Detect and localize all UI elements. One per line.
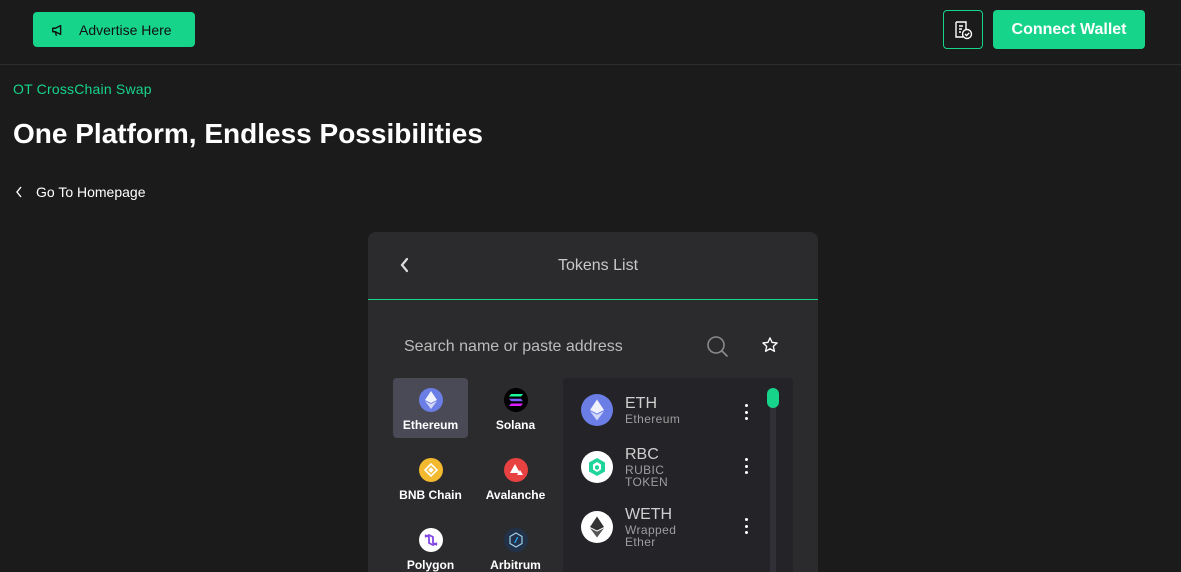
chain-arbitrum[interactable]: Arbitrum <box>478 518 553 572</box>
weth-token-icon <box>581 511 613 543</box>
search-icon[interactable] <box>706 335 730 359</box>
connect-wallet-label: Connect Wallet <box>1011 20 1127 38</box>
connect-wallet-button[interactable]: Connect Wallet <box>993 10 1145 49</box>
chain-bnb[interactable]: BNB Chain <box>393 448 468 508</box>
chain-avalanche[interactable]: Avalanche <box>478 448 553 508</box>
chevron-left-icon <box>16 186 22 198</box>
more-options-icon[interactable] <box>741 404 751 420</box>
arbitrum-icon <box>503 528 528 552</box>
page-title: One Platform, Endless Possibilities <box>13 118 483 149</box>
rbc-token-icon <box>581 451 613 483</box>
chain-label: Solana <box>495 418 536 432</box>
solana-icon <box>503 388 528 412</box>
polygon-icon <box>418 528 443 552</box>
chain-polygon[interactable]: Polygon <box>393 518 468 572</box>
top-bar: Advertise Here Connect Wallet <box>0 0 1181 65</box>
panel-title: Tokens List <box>557 257 639 274</box>
token-search-input[interactable] <box>404 336 704 358</box>
chain-solana[interactable]: Solana <box>478 378 553 438</box>
token-list-scrollbar[interactable] <box>770 388 776 572</box>
token-name: TOKEN <box>625 475 669 489</box>
tokens-list-panel: Tokens List Ethereum Solana <box>368 232 818 572</box>
more-options-icon[interactable] <box>741 458 751 474</box>
ethereum-icon <box>418 388 443 412</box>
token-row-rbc[interactable]: RBC RUBIC TOKEN <box>563 442 763 498</box>
chain-label: BNB Chain <box>399 488 462 502</box>
go-to-homepage-label: Go To Homepage <box>36 184 146 200</box>
token-name: Ether <box>625 535 656 549</box>
more-options-icon[interactable] <box>741 518 751 534</box>
bnb-icon <box>418 458 443 482</box>
go-to-homepage-link[interactable]: Go To Homepage <box>15 184 145 200</box>
token-name: Ethereum <box>625 412 681 426</box>
megaphone-icon <box>52 24 62 36</box>
token-symbol: RBC <box>625 446 659 463</box>
eth-token-icon <box>581 394 613 426</box>
chain-label: Ethereum <box>402 418 459 432</box>
token-list: ETH Ethereum RBC RUBIC TOKEN WETH Wrappe… <box>563 378 793 572</box>
page-eyebrow: OT CrossChain Swap <box>13 81 152 97</box>
token-list-scrollbar-thumb[interactable] <box>767 388 779 408</box>
token-symbol: ETH <box>625 395 657 412</box>
advertise-button[interactable]: Advertise Here <box>33 12 195 47</box>
document-button[interactable] <box>943 10 983 49</box>
token-row-weth[interactable]: WETH Wrapped Ether <box>563 502 763 558</box>
chain-label: Avalanche <box>485 488 546 502</box>
document-check-icon <box>955 20 973 39</box>
advertise-button-label: Advertise Here <box>79 21 172 38</box>
token-symbol: WETH <box>625 506 673 523</box>
avalanche-icon <box>503 458 528 482</box>
token-row-eth[interactable]: ETH Ethereum <box>563 386 763 442</box>
panel-header: Tokens List <box>368 232 818 300</box>
chain-ethereum[interactable]: Ethereum <box>393 378 468 438</box>
star-icon[interactable] <box>761 336 779 354</box>
